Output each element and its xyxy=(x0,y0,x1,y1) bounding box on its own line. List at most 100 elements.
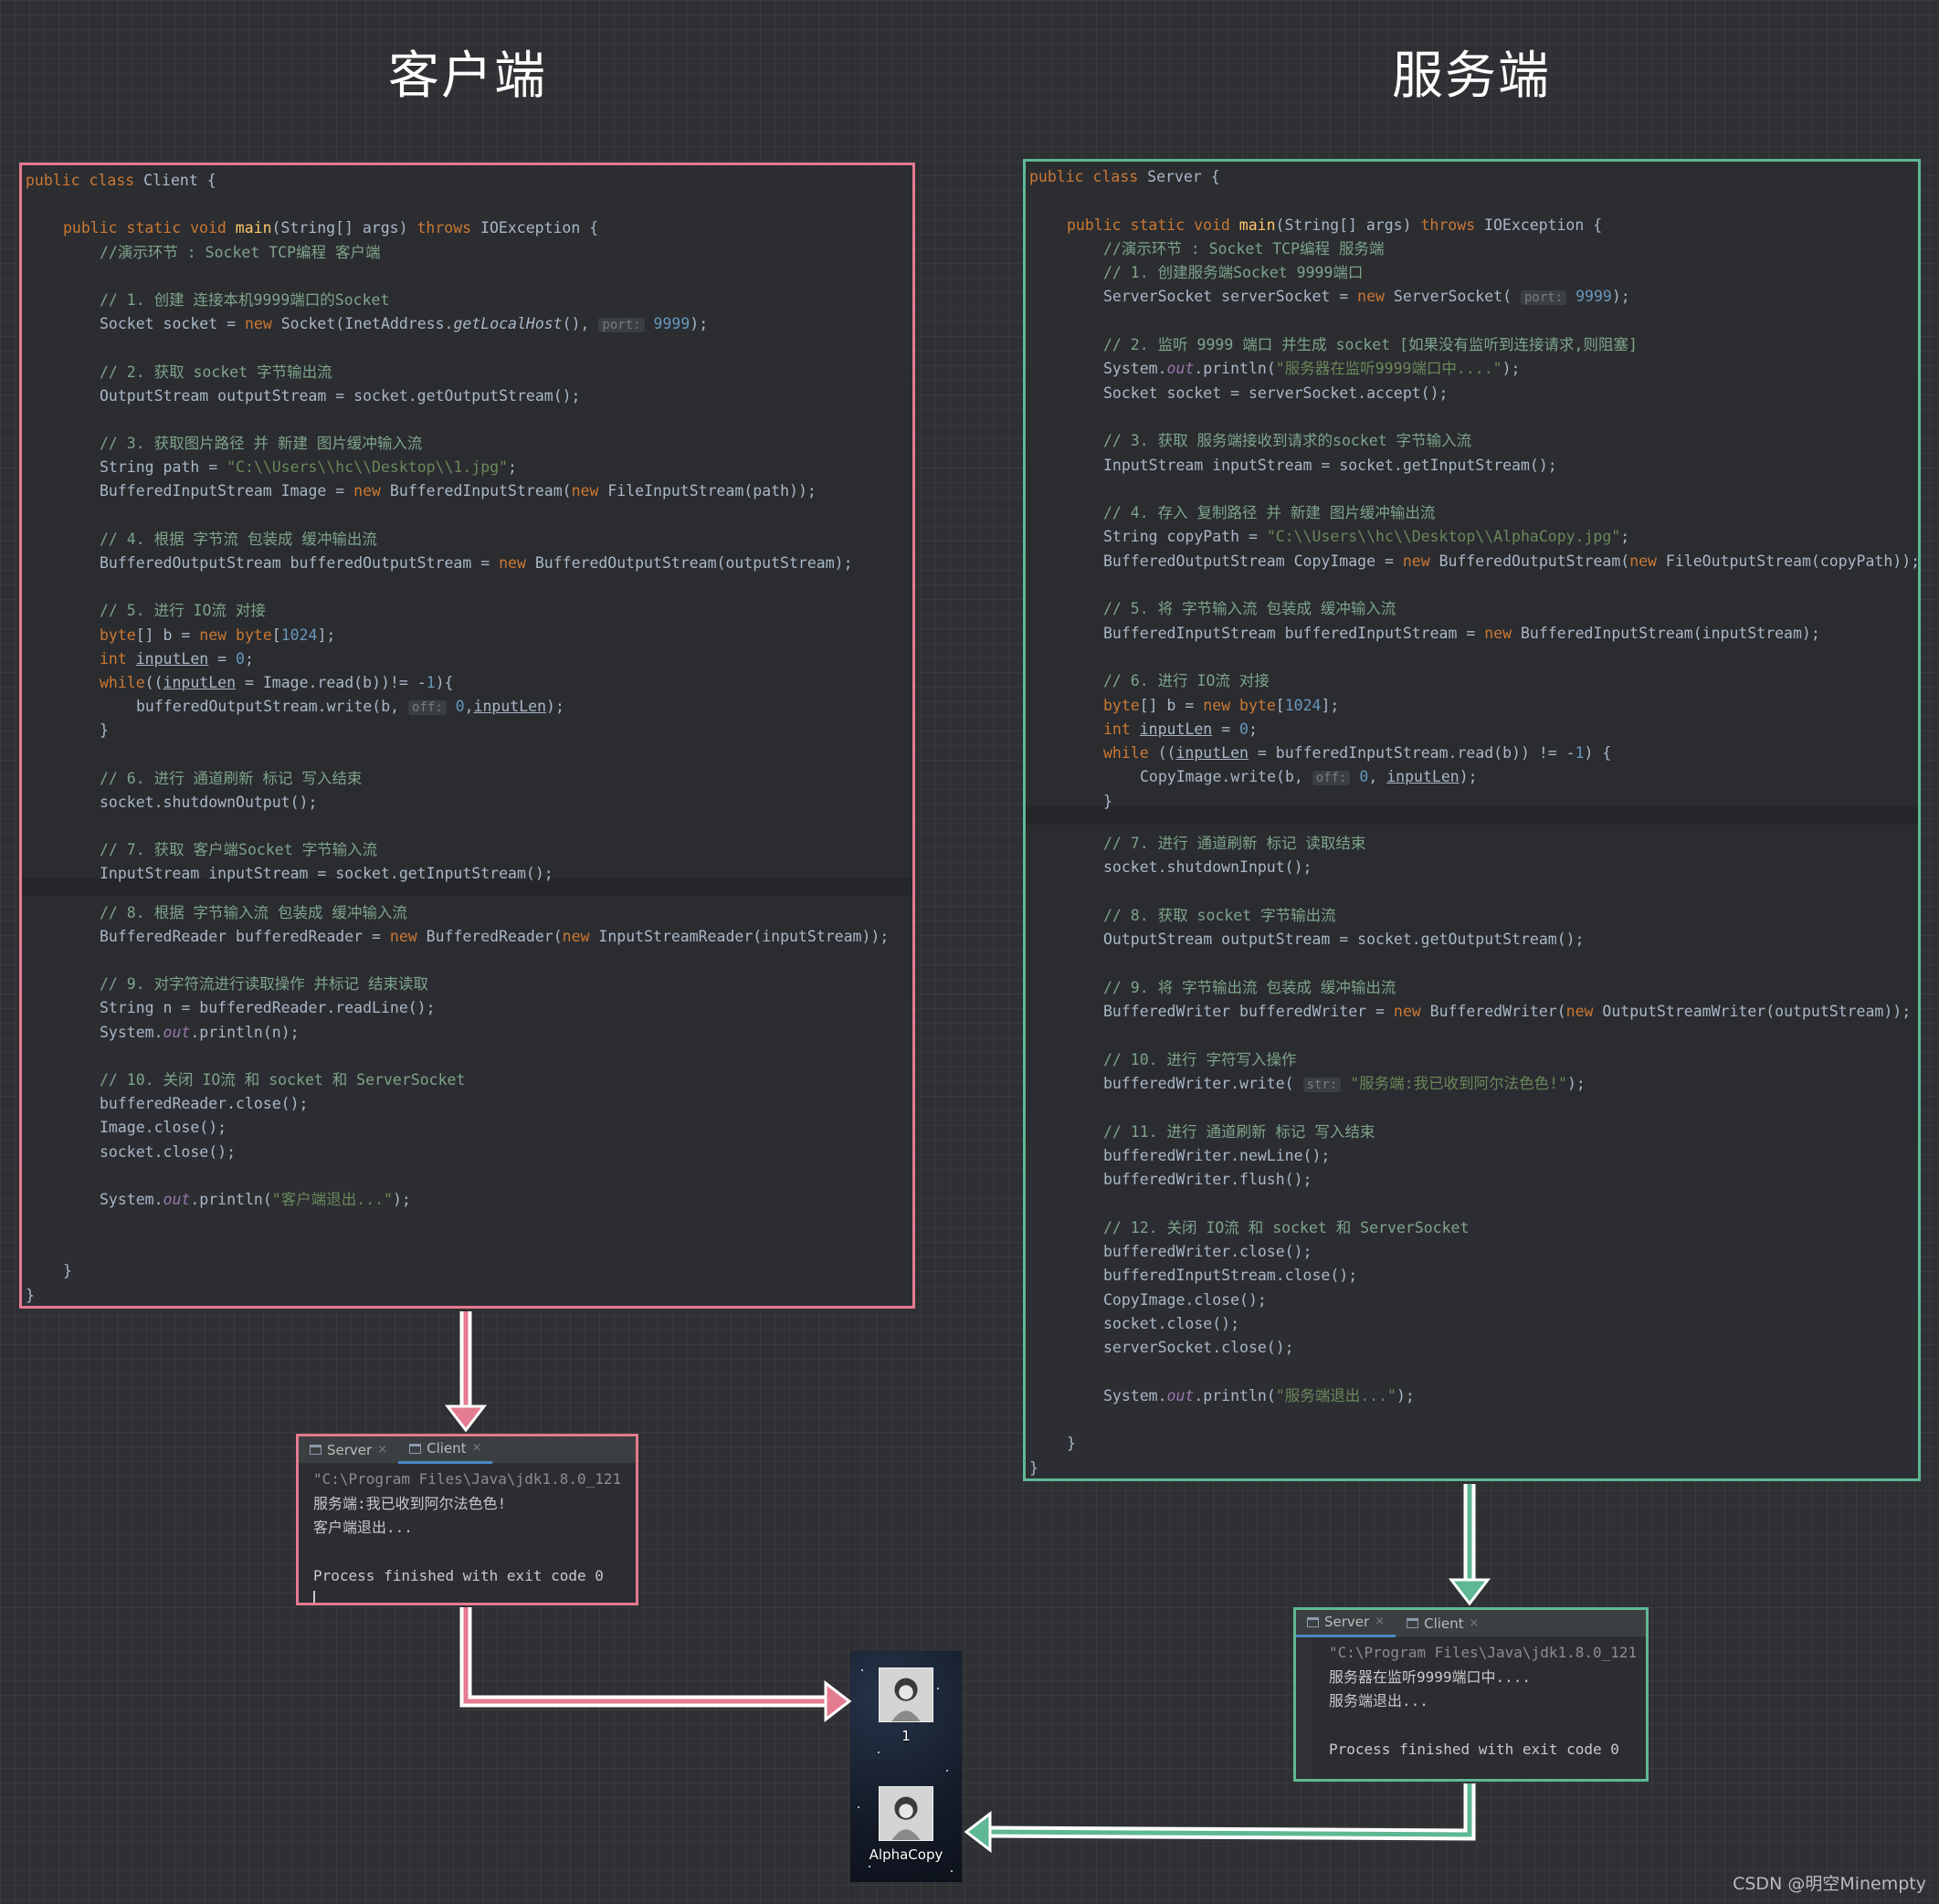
code-line: serverSocket.close(); xyxy=(1103,1339,1294,1357)
code-comment: // 5. 进行 IO流 对接 xyxy=(100,602,266,620)
code-line: bufferedWriter.newLine(); xyxy=(1103,1146,1331,1164)
code-line: BufferedWriter bufferedWriter = new Buff… xyxy=(1103,1003,1912,1021)
code-line: socket.close(); xyxy=(100,1142,237,1161)
console-toolbar xyxy=(1296,1637,1312,1779)
code-line: int inputLen = 0; xyxy=(1103,720,1258,738)
client-heading: 客户端 xyxy=(388,47,547,106)
param-hint: port: xyxy=(1520,290,1567,306)
console-line: 服务器在监听9999端口中.... xyxy=(1329,1667,1532,1686)
code-line: String n = bufferedReader.readLine(); xyxy=(100,999,436,1017)
code-comment: // 11. 进行 通道刷新 标记 写入结束 xyxy=(1103,1122,1375,1141)
code-line: bufferedWriter.flush(); xyxy=(1103,1171,1312,1189)
code-line: Socket socket = serverSocket.accept(); xyxy=(1103,384,1449,402)
code-line: System.out.println(n); xyxy=(100,1023,300,1041)
server-arrow-down xyxy=(1448,1484,1491,1606)
star-dot xyxy=(946,1770,948,1772)
code-line: OutputStream outputStream = socket.getOu… xyxy=(100,386,581,405)
server-code: public class Server { public static void… xyxy=(1026,162,1918,1478)
close-icon[interactable]: × xyxy=(377,1436,387,1464)
code-comment: // 7. 进行 通道刷新 标记 读取结束 xyxy=(1103,835,1366,853)
code-line: byte[] b = new byte[1024]; xyxy=(1103,696,1340,714)
code-line: while ((inputLen = bufferedInputStream.r… xyxy=(1103,744,1612,763)
code-line: BufferedOutputStream bufferedOutputStrea… xyxy=(100,554,853,572)
code-comment: // 5. 将 字节输入流 包装成 缓冲输入流 xyxy=(1103,600,1396,618)
code-comment: // 8. 根据 字节输入流 包装成 缓冲输入流 xyxy=(100,903,407,921)
star-dot xyxy=(951,1870,953,1872)
file-item[interactable]: 1 xyxy=(850,1667,962,1744)
console-line: Process finished with exit code 0 xyxy=(313,1567,604,1584)
star-dot xyxy=(878,1751,880,1753)
console-tab-bar: Server × Client × xyxy=(1296,1610,1646,1637)
console-icon xyxy=(1407,1618,1419,1628)
code-comment: // 12. 关闭 IO流 和 socket 和 ServerSocket xyxy=(1103,1218,1470,1236)
close-icon[interactable]: × xyxy=(472,1436,482,1462)
server-code-panel: public class Server { public static void… xyxy=(1023,159,1921,1481)
console-output: "C:\Program Files\Java\jdk1.8.0_121 服务器在… xyxy=(1296,1637,1646,1762)
code-line: } xyxy=(63,1262,72,1280)
code-comment: // 8. 获取 socket 字节输出流 xyxy=(1103,906,1336,924)
param-hint: port: xyxy=(598,318,645,333)
client-code: public class Client { public static void… xyxy=(22,165,912,1306)
code-line: public static void main(String[] args) t… xyxy=(1067,216,1603,234)
code-comment: // 2. 获取 socket 字节输出流 xyxy=(100,363,332,381)
watermark: CSDN @明空Minempty xyxy=(1733,1874,1926,1894)
code-comment: // 10. 进行 字符写入操作 xyxy=(1103,1050,1297,1068)
image-file-icon xyxy=(879,1667,933,1722)
code-comment: // 4. 根据 字节流 包装成 缓冲输出流 xyxy=(100,530,377,548)
code-line: String copyPath = "C:\\Users\\hc\\Deskto… xyxy=(1103,528,1630,546)
param-hint: off: xyxy=(408,700,447,716)
thumbnail-image xyxy=(880,1668,933,1721)
tab-server[interactable]: Server × xyxy=(299,1436,398,1464)
code-line: BufferedReader bufferedReader = new Buff… xyxy=(100,927,890,945)
code-line: ServerSocket serverSocket = new ServerSo… xyxy=(1103,288,1630,306)
code-line: socket.shutdownOutput(); xyxy=(100,793,318,811)
close-icon[interactable]: × xyxy=(1375,1610,1385,1636)
console-output: "C:\Program Files\Java\jdk1.8.0_121 服务端:… xyxy=(299,1464,636,1603)
tab-server[interactable]: Server × xyxy=(1296,1610,1396,1637)
code-line: String path = "C:\\Users\\hc\\Desktop\\1… xyxy=(100,458,517,477)
code-line: bufferedWriter.close(); xyxy=(1103,1243,1312,1261)
console-icon xyxy=(409,1443,422,1454)
code-comment: // 1. 创建服务端Socket 9999端口 xyxy=(1103,264,1364,282)
code-line: bufferedReader.close(); xyxy=(100,1095,309,1113)
thumbnail-image xyxy=(880,1787,933,1840)
console-caret[interactable] xyxy=(313,1589,636,1603)
tab-client[interactable]: Client × xyxy=(398,1436,493,1464)
console-line: Process finished with exit code 0 xyxy=(1329,1741,1619,1758)
code-line: bufferedOutputStream.write(b, off: 0,inp… xyxy=(136,698,564,716)
console-line: "C:\Program Files\Java\jdk1.8.0_121 xyxy=(1329,1644,1638,1661)
console-icon xyxy=(310,1445,321,1455)
code-comment: // 1. 创建 连接本机9999端口的Socket xyxy=(100,290,390,309)
code-comment: // 2. 监听 9999 端口 并生成 socket [如果没有监听到连接请求… xyxy=(1103,336,1638,354)
close-icon[interactable]: × xyxy=(1470,1610,1480,1637)
code-line: Socket socket = new Socket(InetAddress.g… xyxy=(100,315,709,333)
code-comment: // 6. 进行 通道刷新 标记 写入结束 xyxy=(100,769,363,787)
code-line: System.out.println("服务器在监听9999端口中...."); xyxy=(1103,360,1521,378)
file-item[interactable]: AlphaCopy xyxy=(850,1786,962,1863)
console-line: "C:\Program Files\Java\jdk1.8.0_121 xyxy=(313,1470,622,1488)
tab-client[interactable]: Client × xyxy=(1396,1610,1490,1637)
code-comment: // 3. 获取 服务端接收到请求的socket 字节输入流 xyxy=(1103,432,1472,450)
code-line: BufferedInputStream Image = new Buffered… xyxy=(100,482,817,500)
server-arrow-to-file xyxy=(964,1783,1476,1854)
code-comment: // 3. 获取图片路径 并 新建 图片缓冲输入流 xyxy=(100,435,423,453)
code-comment: // 6. 进行 IO流 对接 xyxy=(1103,672,1270,690)
code-line: public class Client { xyxy=(26,172,216,189)
client-arrow-down xyxy=(444,1311,488,1433)
code-line: byte[] b = new byte[1024]; xyxy=(100,626,336,644)
